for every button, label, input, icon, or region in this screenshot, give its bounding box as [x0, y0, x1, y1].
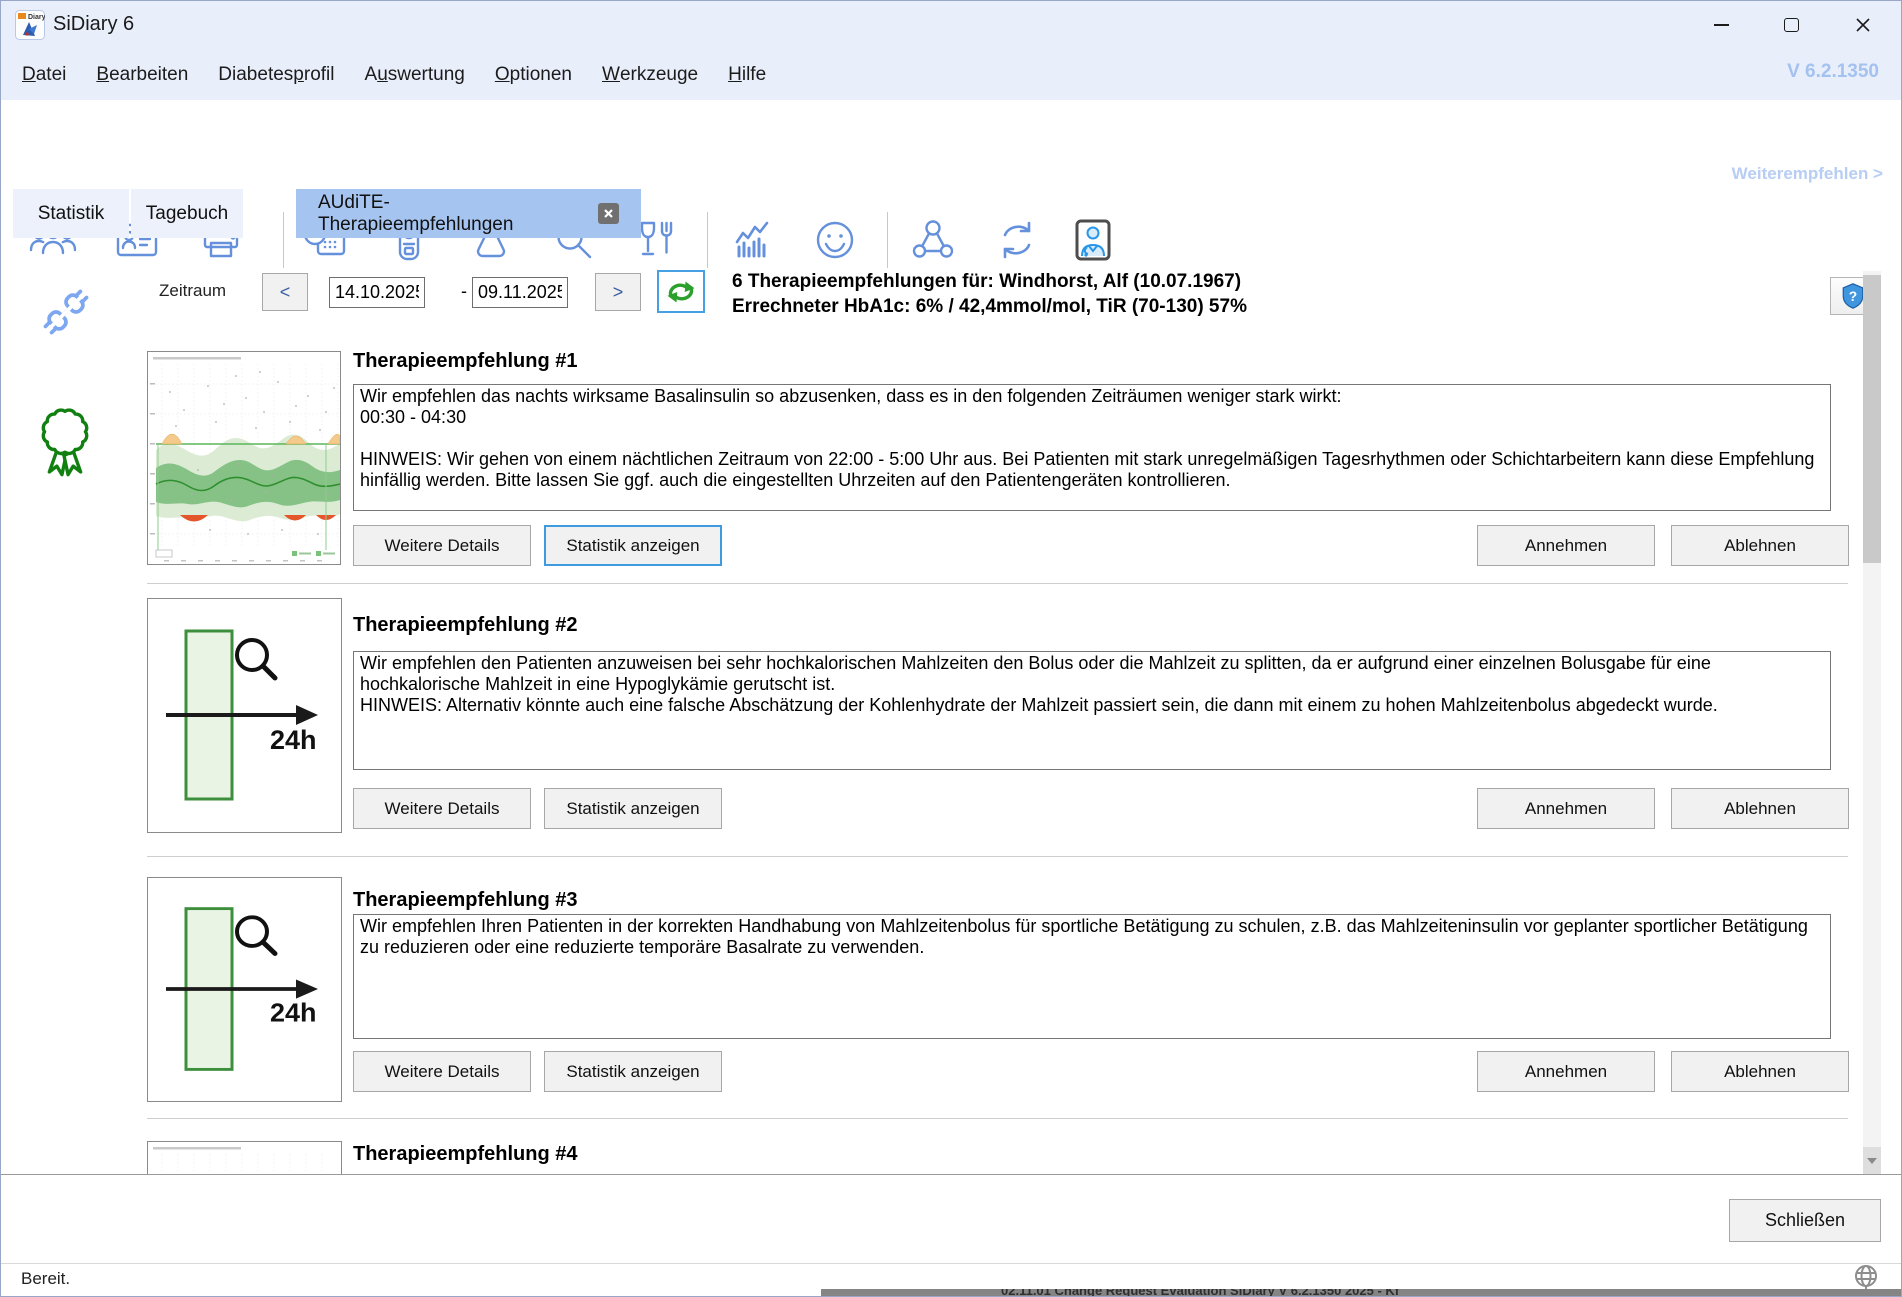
- minimize-button[interactable]: [1689, 1, 1753, 48]
- thumb-24h-label: 24h: [270, 998, 317, 1027]
- minimize-icon: [1714, 24, 1729, 26]
- background-window-strip: 02.11.01 Change Request Evaluation SiDia…: [821, 1289, 1902, 1297]
- menu-diabetesprofil[interactable]: Diabetesprofil: [203, 49, 349, 100]
- sync-icon[interactable]: [993, 216, 1041, 264]
- close-dialog-button[interactable]: Schließen: [1729, 1199, 1881, 1242]
- card1-title: Therapieempfehlung #1: [353, 350, 578, 373]
- background-window-text: 02.11.01 Change Request Evaluation SiDia…: [1001, 1289, 1399, 1297]
- toolbar-separator: [707, 212, 708, 268]
- card1-thumbnail-glucose-chart[interactable]: [147, 351, 341, 565]
- card1-details-button[interactable]: Weitere Details: [353, 525, 531, 566]
- card1-statistics-button[interactable]: Statistik anzeigen: [544, 525, 722, 566]
- card3-title: Therapieempfehlung #3: [353, 889, 578, 912]
- card4-title: Therapieempfehlung #4: [353, 1143, 578, 1166]
- refresh-icon: [663, 276, 699, 308]
- tab-close-button[interactable]: [598, 203, 619, 224]
- toolbar-separator: [887, 212, 888, 268]
- tab-statistik[interactable]: Statistik: [13, 189, 129, 238]
- card3-accept-button[interactable]: Annehmen: [1477, 1051, 1655, 1092]
- card2-details-button[interactable]: Weitere Details: [353, 788, 531, 829]
- card3-statistics-button[interactable]: Statistik anzeigen: [544, 1051, 722, 1092]
- refresh-button[interactable]: [657, 270, 705, 313]
- card4-thumbnail[interactable]: [147, 1141, 342, 1174]
- content-bottom-border: [1, 1174, 1902, 1175]
- close-button[interactable]: [1831, 1, 1895, 48]
- card1-decline-button[interactable]: Ablehnen: [1671, 525, 1849, 566]
- tab-label: AUdiTE-Therapieempfehlungen: [318, 192, 580, 236]
- tab-label: Statistik: [38, 203, 105, 225]
- glucose-profile-chart-partial: [148, 1142, 341, 1174]
- card2-thumbnail-24h-diagram[interactable]: 24h: [147, 598, 342, 833]
- card3-body: Wir empfehlen Ihren Patienten in der kor…: [353, 914, 1831, 1039]
- status-text: Bereit.: [21, 1269, 70, 1289]
- menu-werkzeuge[interactable]: Werkzeuge: [587, 49, 713, 100]
- close-icon: [1855, 17, 1871, 33]
- chevron-down-icon: [1867, 1158, 1877, 1164]
- recommend-link[interactable]: Weiterempfehlen >: [1732, 164, 1883, 184]
- scrollbar-down-button[interactable]: [1863, 1147, 1881, 1174]
- next-period-button[interactable]: >: [595, 273, 641, 311]
- card3-details-button[interactable]: Weitere Details: [353, 1051, 531, 1092]
- card2-title: Therapieempfehlung #2: [353, 614, 578, 637]
- award-rosette-icon[interactable]: [31, 399, 99, 487]
- connection-plug-icon[interactable]: [35, 269, 97, 355]
- scrollbar-thumb[interactable]: [1863, 275, 1881, 563]
- card-separator: [147, 583, 1848, 584]
- sidiary-window: Diary SiDiary 6 Datei Bearbeiten Diabete…: [0, 0, 1902, 1297]
- svg-text:Diary: Diary: [28, 14, 45, 21]
- menu-optionen[interactable]: Optionen: [480, 49, 587, 100]
- menubar: Datei Bearbeiten Diabetesprofil Auswertu…: [1, 49, 1901, 100]
- card2-statistics-button[interactable]: Statistik anzeigen: [544, 788, 722, 829]
- toolbar-separator: [283, 212, 284, 268]
- close-icon: [603, 208, 614, 219]
- maximize-button[interactable]: [1759, 1, 1823, 48]
- menu-datei[interactable]: Datei: [7, 49, 81, 100]
- card2-body: Wir empfehlen den Patienten anzuweisen b…: [353, 651, 1831, 770]
- menu-hilfe[interactable]: Hilfe: [713, 49, 781, 100]
- titlebar: Diary SiDiary 6: [1, 1, 1901, 49]
- window-title: SiDiary 6: [53, 13, 134, 36]
- share-icon[interactable]: [909, 216, 957, 264]
- date-range-separator: -: [456, 281, 472, 302]
- date-to-input[interactable]: [472, 277, 568, 308]
- card1-accept-button[interactable]: Annehmen: [1477, 525, 1655, 566]
- card-separator: [147, 856, 1848, 857]
- wellbeing-icon[interactable]: [811, 216, 859, 264]
- app-logo-icon: Diary: [15, 10, 45, 40]
- toolbar: [1, 100, 1901, 189]
- card1-body: Wir empfehlen das nachts wirksame Basali…: [353, 384, 1831, 511]
- statusbar-border: [1, 1263, 1902, 1264]
- prev-period-button[interactable]: <: [262, 273, 308, 311]
- menu-auswertung[interactable]: Auswertung: [350, 49, 480, 100]
- tab-label: Tagebuch: [146, 203, 228, 225]
- hba1c-header: Errechneter HbA1c: 6% / 42,4mmol/mol, Ti…: [732, 296, 1247, 318]
- maximize-icon: [1784, 18, 1799, 32]
- card2-accept-button[interactable]: Annehmen: [1477, 788, 1655, 829]
- card-separator: [147, 1118, 1848, 1119]
- 24h-zoom-diagram: 24h: [148, 878, 341, 1101]
- tab-audite-therapieempfehlungen[interactable]: AUdiTE-Therapieempfehlungen: [296, 189, 641, 238]
- statistics-icon[interactable]: [727, 216, 775, 264]
- thumb-24h-label: 24h: [270, 725, 317, 755]
- telemedicine-icon[interactable]: [1069, 216, 1117, 264]
- recommendations-header: 6 Therapieempfehlungen für: Windhorst, A…: [732, 271, 1241, 293]
- card3-thumbnail-24h-diagram[interactable]: 24h: [147, 877, 342, 1102]
- version-label: V 6.2.1350: [1787, 61, 1879, 83]
- glucose-profile-chart: [148, 352, 340, 564]
- date-from-input[interactable]: [329, 277, 425, 308]
- card3-decline-button[interactable]: Ablehnen: [1671, 1051, 1849, 1092]
- card2-decline-button[interactable]: Ablehnen: [1671, 788, 1849, 829]
- zeitraum-label: Zeitraum: [159, 281, 226, 301]
- tab-tagebuch[interactable]: Tagebuch: [131, 189, 243, 238]
- svg-text:?: ?: [1849, 288, 1857, 304]
- menu-bearbeiten[interactable]: Bearbeiten: [81, 49, 203, 100]
- 24h-zoom-diagram: 24h: [148, 599, 341, 832]
